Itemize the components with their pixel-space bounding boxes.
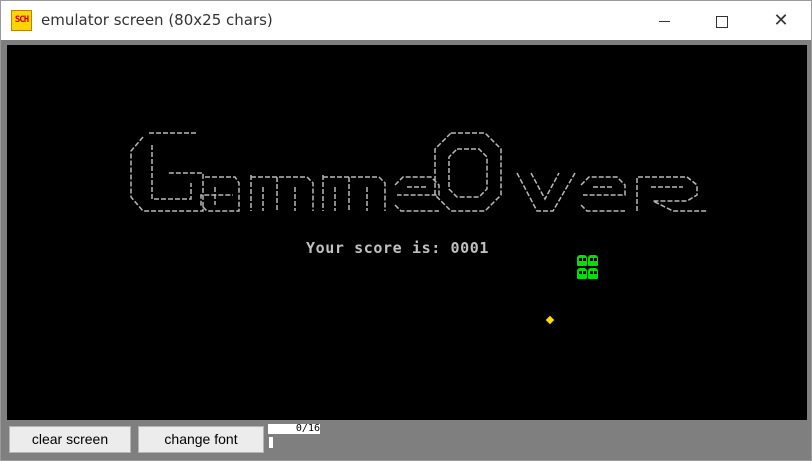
ghost-icon [588, 268, 598, 279]
title-bar[interactable]: SCH emulator screen (80x25 chars) ✕ [1, 1, 811, 40]
minimize-button[interactable] [635, 1, 693, 40]
close-icon: ✕ [773, 10, 789, 31]
buffer-counter: 0/16 [268, 424, 320, 434]
close-button[interactable]: ✕ [752, 1, 810, 40]
minimize-icon [658, 21, 670, 22]
ghost-icon [577, 268, 587, 279]
app-icon: SCH [11, 10, 32, 31]
emulator-window: SCH emulator screen (80x25 chars) ✕ Your… [0, 0, 812, 461]
maximize-button[interactable] [693, 1, 751, 40]
ghost-group [577, 255, 599, 281]
score-text: Your score is: 0001 [306, 239, 489, 257]
input-cursor [269, 437, 273, 448]
emulator-screen[interactable]: Your score is: 0001 [7, 45, 807, 420]
food-icon [545, 315, 555, 325]
game-over-banner [130, 132, 707, 212]
ghost-icon [588, 255, 598, 266]
maximize-icon [716, 15, 728, 28]
ghost-icon [577, 255, 587, 266]
window-title: emulator screen (80x25 chars) [41, 11, 273, 29]
change-font-button[interactable]: change font [138, 426, 264, 453]
clear-screen-button[interactable]: clear screen [9, 426, 131, 453]
bottom-toolbar: clear screen change font 0/16 [1, 420, 811, 460]
